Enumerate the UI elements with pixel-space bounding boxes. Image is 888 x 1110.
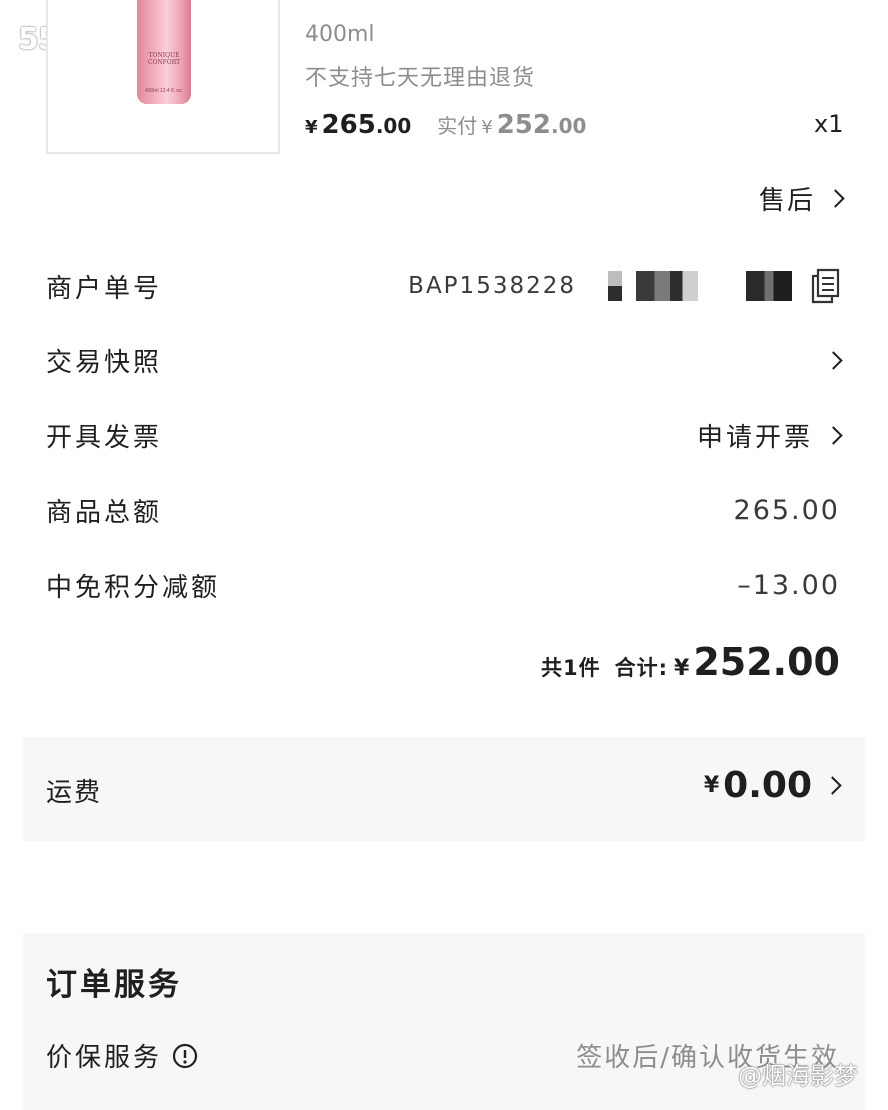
total-label: 合计: xyxy=(614,656,669,680)
total-amount: 252.00 xyxy=(693,640,840,684)
chevron-right-icon xyxy=(823,776,842,795)
product-image[interactable]: TONIQUE CONFORT 400ml 13.4 fl. oz. xyxy=(46,0,280,154)
merchant-order-value-group: BAP1538228 xyxy=(408,268,840,304)
paid-currency: ¥ xyxy=(481,117,493,138)
points-discount-row: 中免积分减额 –13.00 xyxy=(46,565,840,605)
price-row: ¥ 265 .00 实付 ¥ 252 .00 xyxy=(305,110,586,146)
chevron-right-icon xyxy=(826,189,845,208)
order-total: 共1件 合计: ¥ 252.00 xyxy=(541,640,840,684)
shipping-value: ¥ 0.00 xyxy=(703,765,842,806)
price-decimal: .00 xyxy=(375,114,412,138)
redacted-block xyxy=(608,271,622,301)
price-integer: 265 xyxy=(321,110,376,140)
product-image-label: TONIQUE CONFORT xyxy=(147,52,181,66)
goods-total-value: 265.00 xyxy=(733,494,840,526)
points-discount-value: –13.00 xyxy=(737,569,840,601)
merchant-order-row: 商户单号 BAP1538228 xyxy=(46,266,840,306)
paid-integer: 252 xyxy=(496,110,551,140)
redacted-block xyxy=(636,271,698,301)
invoice-action[interactable]: 申请开票 xyxy=(696,417,843,454)
trade-snapshot-action xyxy=(813,350,843,370)
shipping-label: 运费 xyxy=(46,778,103,808)
points-discount-label: 中免积分减额 xyxy=(46,572,221,603)
redacted-block xyxy=(746,271,792,301)
info-icon[interactable] xyxy=(172,1043,198,1069)
aftersale-button[interactable]: 售后 xyxy=(758,180,845,217)
trade-snapshot-label: 交易快照 xyxy=(46,347,163,378)
shipping-currency: ¥ xyxy=(703,773,720,798)
paid-label: 实付 xyxy=(437,114,478,138)
goods-total-row: 商品总额 265.00 xyxy=(46,490,840,530)
total-currency: ¥ xyxy=(674,656,690,681)
paid-decimal: .00 xyxy=(550,114,587,138)
copy-icon[interactable] xyxy=(810,268,840,304)
aftersale-label: 售后 xyxy=(758,186,815,216)
product-image-small-label: 400ml 13.4 fl. oz. xyxy=(144,88,184,94)
shipping-amount: 0.00 xyxy=(723,765,812,806)
item-count: 共1件 xyxy=(541,656,601,680)
goods-total-label: 商品总额 xyxy=(46,497,163,528)
watermark-author: @烟海影梦 xyxy=(738,1062,858,1090)
product-spec: 400ml xyxy=(305,22,375,47)
chevron-right-icon xyxy=(824,425,843,445)
order-service-title: 订单服务 xyxy=(46,967,182,1003)
merchant-order-label: 商户单号 xyxy=(46,273,163,304)
merchant-order-value: BAP1538228 xyxy=(408,273,576,299)
invoice-row[interactable]: 开具发票 申请开票 xyxy=(46,415,843,455)
price-protect-label: 价保服务 xyxy=(46,1043,163,1073)
return-policy: 不支持七天无理由退货 xyxy=(305,66,536,91)
quantity: x1 xyxy=(814,110,844,138)
price-protect-row: 价保服务 xyxy=(46,1037,198,1074)
invoice-label: 开具发票 xyxy=(46,422,163,453)
trade-snapshot-row[interactable]: 交易快照 xyxy=(46,340,843,380)
chevron-right-icon xyxy=(824,350,843,370)
shipping-card[interactable]: 运费 ¥ 0.00 xyxy=(23,737,865,841)
invoice-action-label: 申请开票 xyxy=(696,422,813,453)
price-currency: ¥ xyxy=(305,117,318,138)
